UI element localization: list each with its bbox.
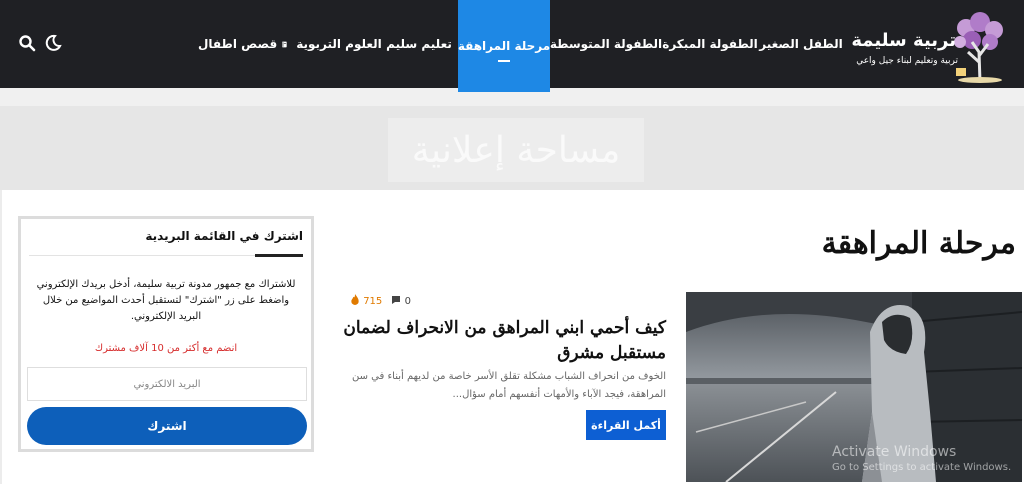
top-navbar: تربية سليمة تربية وتعليم لبناء جيل واعي … [0,0,1024,92]
site-logo[interactable]: تربية سليمة تربية وتعليم لبناء جيل واعي [851,8,1016,84]
widget-description: للاشتراك مع جمهور مدونة تربية سليمة، أدخ… [36,279,296,322]
nav-item-label: الطفولة المبكرة [662,37,758,51]
nav-item-small-child[interactable]: الطفل الصغير [759,0,842,88]
brand-subtitle: تربية وتعليم لبناء جيل واعي [856,56,958,66]
ad-banner-area: مساحة إعلانية [0,106,1024,190]
watermark-line1: Activate Windows [832,444,957,460]
watermark-line2: Go to Settings to activate Windows. [832,462,1012,473]
active-indicator [498,60,510,62]
main-content: مرحلة المراهقة 715 0 كيف أحمي ابني المرا… [0,190,1024,484]
windows-activation-watermark: Activate Windows Go to Settings to activ… [832,444,1011,476]
subscriber-count-text: انضم مع أكثر من 10 آلاف مشترك [94,343,238,354]
search-icon[interactable] [18,34,36,52]
email-input[interactable] [27,367,307,401]
nav-item-middle-childhood[interactable]: الطفولة المتوسطة [550,0,662,88]
moon-icon[interactable] [44,34,62,52]
post-title[interactable]: كيف أحمي ابني المراهق من الانحراف لضمان … [342,316,666,366]
nav-item-label: الطفولة المتوسطة [549,37,663,51]
post-meta: 715 0 [350,294,664,307]
page-title: مرحلة المراهقة [821,226,1016,261]
nav-item-label: تعليم سليم [386,37,452,51]
nav-item-kids-stories[interactable]: قصص اطفال [198,0,288,88]
subscribe-button[interactable]: اشترك [27,407,307,445]
widget-title: اشترك في القائمة البريدية [145,229,303,243]
nav-item-label: العلوم التربوية [296,37,382,51]
comments-count: 0 [404,296,412,307]
post-excerpt: الخوف من انحراف الشباب مشكلة تقلق الأسر … [352,371,666,400]
comment-icon [392,296,401,304]
read-more-button[interactable]: أكمل القراءة [586,410,666,440]
book-icon [282,41,287,47]
nav-item-label: الطفل الصغير [759,37,843,51]
ad-placeholder[interactable]: مساحة إعلانية [388,118,644,182]
newsletter-widget: اشترك في القائمة البريدية للاشتراك مع جم… [18,216,314,452]
nav-item-educational-sciences[interactable]: العلوم التربوية [296,0,382,88]
fire-icon [351,294,359,305]
nav-item-label: قصص اطفال [198,37,278,51]
views-count: 715 [363,296,383,307]
nav-item-early-childhood[interactable]: الطفولة المبكرة [662,0,758,88]
brand-title: تربية سليمة [851,30,956,51]
widget-divider-accent [255,254,303,257]
nav-item-label: مرحلة المراهقة [457,39,551,53]
nav-item-adolescence[interactable]: مرحلة المراهقة [458,0,550,92]
nav-item-proper-education[interactable]: تعليم سليم [386,0,452,88]
